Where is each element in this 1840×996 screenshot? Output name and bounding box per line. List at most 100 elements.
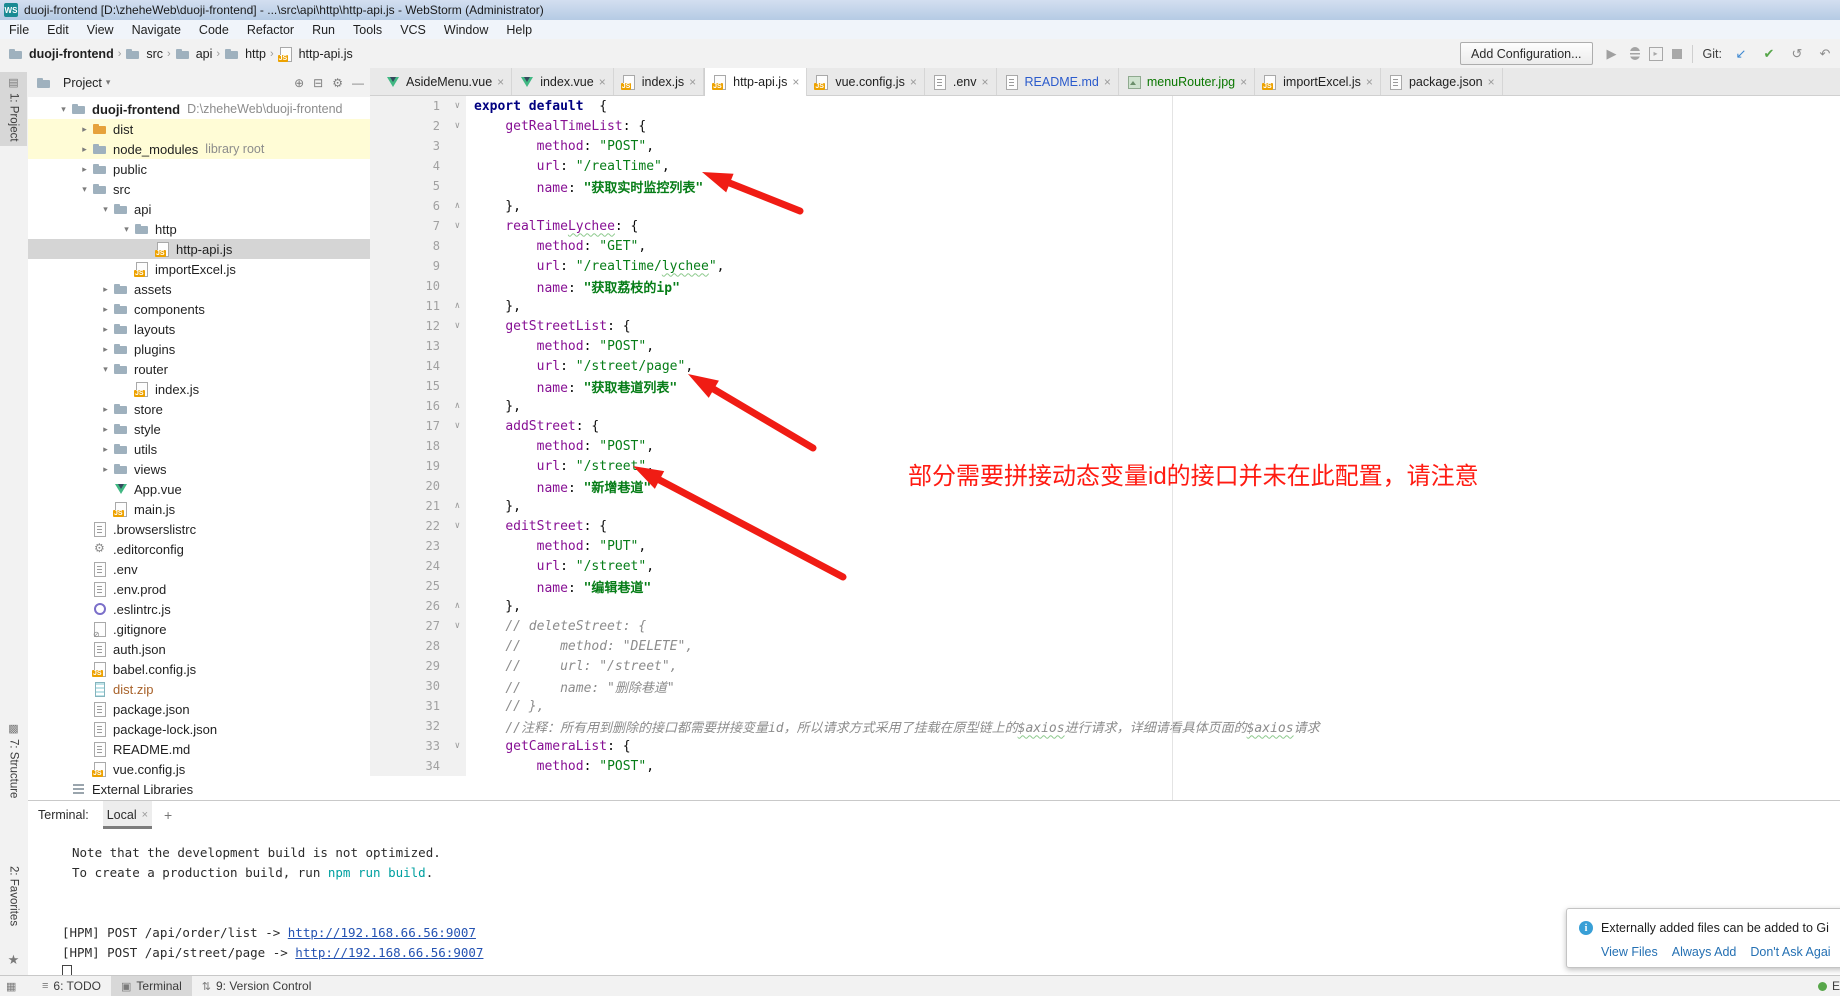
close-icon[interactable]: ×: [142, 809, 148, 821]
commit-icon[interactable]: ✔: [1760, 46, 1778, 62]
gutter[interactable]: 34: [370, 756, 466, 776]
tool-window-structure-button[interactable]: ▩ 7: Structure: [0, 718, 27, 802]
terminal-link[interactable]: http://192.168.66.56:9007: [295, 945, 483, 960]
close-icon[interactable]: ×: [599, 75, 606, 89]
editor-tab[interactable]: AsideMenu.vue×: [378, 68, 512, 95]
tree-item[interactable]: ▸assets: [28, 279, 370, 299]
tree-item[interactable]: auth.json: [28, 639, 370, 659]
event-log-status-icon[interactable]: [1818, 982, 1827, 991]
close-icon[interactable]: ×: [689, 75, 696, 89]
gutter[interactable]: 23: [370, 536, 466, 556]
tree-chevron-icon[interactable]: ▸: [98, 344, 113, 355]
gutter[interactable]: 33∨: [370, 736, 466, 756]
menu-file[interactable]: File: [0, 20, 38, 39]
terminal-tab-local[interactable]: Local ×: [103, 801, 152, 829]
gutter[interactable]: 26∧: [370, 596, 466, 616]
tree-chevron-icon[interactable]: ▸: [77, 164, 92, 175]
tree-chevron-icon[interactable]: ▸: [98, 404, 113, 415]
add-configuration-button[interactable]: Add Configuration...: [1460, 42, 1593, 65]
code-editor[interactable]: 1∨export default {2∨ getRealTimeList: {3…: [370, 96, 1840, 800]
fold-marker-icon[interactable]: ∨: [455, 621, 460, 631]
gutter[interactable]: 27∨: [370, 616, 466, 636]
fold-marker-icon[interactable]: ∨: [455, 421, 460, 431]
close-icon[interactable]: ×: [792, 75, 799, 89]
close-icon[interactable]: ×: [497, 75, 504, 89]
tree-chevron-icon[interactable]: ▾: [98, 364, 113, 375]
tree-chevron-icon[interactable]: ▸: [98, 444, 113, 455]
gutter[interactable]: 10: [370, 276, 466, 296]
debug-icon[interactable]: [1630, 47, 1640, 60]
tree-item[interactable]: ▸layouts: [28, 319, 370, 339]
tree-item[interactable]: importExcel.js: [28, 259, 370, 279]
status-item-term[interactable]: ▣Terminal: [111, 976, 192, 996]
tree-chevron-icon[interactable]: ▸: [98, 304, 113, 315]
tree-item[interactable]: App.vue: [28, 479, 370, 499]
chevron-down-icon[interactable]: ▾: [106, 77, 111, 88]
gutter[interactable]: 16∧: [370, 396, 466, 416]
tree-item[interactable]: package.json: [28, 699, 370, 719]
fold-marker-icon[interactable]: ∧: [455, 401, 460, 411]
tree-item[interactable]: main.js: [28, 499, 370, 519]
tree-item[interactable]: index.js: [28, 379, 370, 399]
breadcrumb-item[interactable]: src: [125, 46, 163, 62]
fold-marker-icon[interactable]: ∨: [455, 521, 460, 531]
notification-link[interactable]: Always Add: [1672, 945, 1737, 959]
editor-tab[interactable]: package.json×: [1381, 68, 1503, 95]
breadcrumb-item[interactable]: http: [224, 46, 266, 62]
tree-item[interactable]: ▸store: [28, 399, 370, 419]
tree-item[interactable]: package-lock.json: [28, 719, 370, 739]
close-icon[interactable]: ×: [1488, 75, 1495, 89]
editor-tab[interactable]: vue.config.js×: [807, 68, 925, 95]
rollback-icon[interactable]: ↶: [1816, 46, 1834, 62]
fold-marker-icon[interactable]: ∨: [455, 121, 460, 131]
tree-chevron-icon[interactable]: ▸: [77, 144, 92, 155]
history-icon[interactable]: ↺: [1788, 46, 1806, 62]
menu-vcs[interactable]: VCS: [391, 20, 435, 39]
menu-view[interactable]: View: [78, 20, 123, 39]
update-project-icon[interactable]: ↙: [1732, 46, 1750, 62]
gutter[interactable]: 24: [370, 556, 466, 576]
gear-icon[interactable]: ⚙: [332, 76, 343, 90]
hide-panel-icon[interactable]: ―: [352, 76, 364, 90]
fold-marker-icon[interactable]: ∧: [455, 601, 460, 611]
terminal-link[interactable]: http://192.168.66.56:9007: [288, 925, 476, 940]
gutter[interactable]: 1∨: [370, 96, 466, 116]
tree-chevron-icon[interactable]: ▸: [77, 124, 92, 135]
gutter[interactable]: 9: [370, 256, 466, 276]
tree-item[interactable]: External Libraries: [28, 779, 370, 799]
tree-item[interactable]: ▸views: [28, 459, 370, 479]
status-item-todo[interactable]: ≡6: TODO: [32, 976, 111, 996]
gutter[interactable]: 3: [370, 136, 466, 156]
new-terminal-session-button[interactable]: +: [164, 807, 172, 823]
gutter[interactable]: 11∧: [370, 296, 466, 316]
close-icon[interactable]: ×: [1240, 75, 1247, 89]
tree-item[interactable]: .editorconfig: [28, 539, 370, 559]
breadcrumb-item[interactable]: api: [175, 46, 213, 62]
tree-chevron-icon[interactable]: ▾: [56, 104, 71, 115]
menu-window[interactable]: Window: [435, 20, 497, 39]
tool-window-project-button[interactable]: ▤ 1: Project: [0, 72, 27, 146]
tree-item[interactable]: babel.config.js: [28, 659, 370, 679]
gutter[interactable]: 2∨: [370, 116, 466, 136]
editor-tab[interactable]: index.vue×: [512, 68, 614, 95]
fold-marker-icon[interactable]: ∧: [455, 201, 460, 211]
gutter[interactable]: 14: [370, 356, 466, 376]
menu-code[interactable]: Code: [190, 20, 238, 39]
tree-item[interactable]: ▸utils: [28, 439, 370, 459]
gutter[interactable]: 8: [370, 236, 466, 256]
favorites-star-button[interactable]: ★: [0, 948, 27, 972]
fold-marker-icon[interactable]: ∨: [455, 101, 460, 111]
tree-chevron-icon[interactable]: ▸: [98, 324, 113, 335]
tree-item[interactable]: dist.zip: [28, 679, 370, 699]
fold-marker-icon[interactable]: ∧: [455, 301, 460, 311]
close-icon[interactable]: ×: [1104, 75, 1111, 89]
status-item-vcs[interactable]: ⇅9: Version Control: [192, 976, 322, 996]
fold-marker-icon[interactable]: ∨: [455, 741, 460, 751]
notification-link[interactable]: Don't Ask Agai: [1750, 945, 1830, 959]
collapse-all-icon[interactable]: ⊟: [313, 76, 323, 90]
tool-window-favorites-button[interactable]: 2: Favorites: [0, 858, 27, 930]
tree-chevron-icon[interactable]: ▸: [98, 424, 113, 435]
editor-tab[interactable]: menuRouter.jpg×: [1119, 68, 1255, 95]
tree-item[interactable]: .eslintrc.js: [28, 599, 370, 619]
editor-tab[interactable]: index.js×: [614, 68, 704, 95]
